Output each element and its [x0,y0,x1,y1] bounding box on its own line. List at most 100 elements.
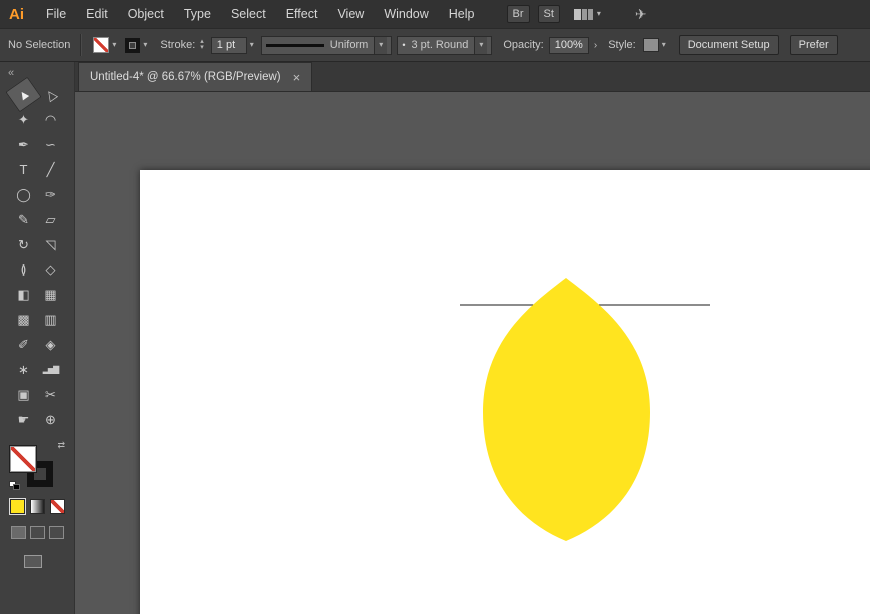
gradient-button[interactable] [29,499,45,514]
document-tabbar: Untitled-4* @ 66.67% (RGB/Preview) × [75,62,870,92]
brush-definition-dropdown[interactable]: • 3 pt. Round ▾ [397,35,493,55]
document-tab-title: Untitled-4* @ 66.67% (RGB/Preview) [90,71,281,83]
perspective-grid-tool[interactable]: ▦ [37,282,64,307]
menu-object[interactable]: Object [118,7,174,21]
stock-button[interactable]: St [537,5,560,23]
stroke-weight-stepper[interactable]: ▴ ▾ [200,38,204,51]
width-tool[interactable]: ≬ [10,257,37,282]
shape-builder-tool[interactable]: ◧ [10,282,37,307]
change-screen-mode-icon[interactable] [24,555,42,568]
mesh-tool[interactable]: ▩ [10,307,37,332]
style-label[interactable]: Style: [608,39,636,51]
draw-inside-mode-icon[interactable] [48,526,64,539]
free-transform-tool[interactable]: ◇ [37,257,64,282]
document-setup-button[interactable]: Document Setup [678,35,779,55]
draw-behind-mode-icon[interactable] [29,526,45,539]
eyedropper-tool[interactable]: ✐ [10,332,37,357]
opacity-label[interactable]: Opacity: [503,39,543,51]
main-area: « ▲ △ ✦ ◠ ✒ ∽ T ╱ ◯ ✑ ✎ ▱ ↻ ◹ ≬ ◇ ◧ ▦ ▩ … [0,62,870,614]
fill-none-swatch-icon [93,37,110,53]
rotate-tool[interactable]: ↻ [10,232,37,257]
stroke-color-dropdown[interactable]: ▾ [123,37,149,54]
artboard[interactable] [140,170,870,614]
pen-tool[interactable]: ✒ [10,132,37,157]
menu-type[interactable]: Type [174,7,221,21]
artboard-tool[interactable]: ▣ [10,382,37,407]
menu-select[interactable]: Select [221,7,276,21]
document-area: Untitled-4* @ 66.67% (RGB/Preview) × [75,62,870,614]
bridge-button[interactable]: Br [506,5,530,23]
eraser-tool[interactable]: ▱ [37,207,64,232]
workspace-layout-icon [573,8,593,20]
fill-color-dropdown[interactable]: ▾ [91,36,118,54]
opacity-options-chevron-icon[interactable]: › [594,40,597,51]
curvature-tool[interactable]: ∽ [37,132,64,157]
draw-normal-mode-icon[interactable] [10,526,26,539]
magic-wand-tool[interactable]: ✦ [10,107,37,132]
swap-fill-stroke-icon[interactable]: ⇄ [57,440,65,451]
pencil-tool[interactable]: ✎ [10,207,37,232]
type-tool[interactable]: T [10,157,37,182]
style-swatch-icon [642,38,659,52]
fill-swatch[interactable] [10,446,36,472]
menu-file[interactable]: File [36,7,76,21]
slice-tool[interactable]: ✂ [37,382,64,407]
column-graph-tool[interactable]: ▂▅▇ [37,357,64,382]
menu-effect[interactable]: Effect [276,7,328,21]
profile-dropdown-button[interactable]: ▾ [374,36,388,54]
style-dropdown[interactable]: ▾ [641,37,668,53]
tools-panel: « ▲ △ ✦ ◠ ✒ ∽ T ╱ ◯ ✑ ✎ ▱ ↻ ◹ ≬ ◇ ◧ ▦ ▩ … [0,62,75,614]
yellow-leaf-shape[interactable] [483,278,650,541]
stroke-profile-icon [265,43,324,47]
chevron-down-icon: ▾ [596,9,601,18]
line-segment-tool[interactable]: ╱ [37,157,64,182]
scale-tool[interactable]: ◹ [37,232,64,257]
chevron-down-icon: ▾ [143,40,148,49]
none-button[interactable] [49,499,65,514]
paintbrush-tool[interactable]: ✑ [37,182,64,207]
stroke-swatch-icon [125,37,141,53]
tool-grid: ▲ △ ✦ ◠ ✒ ∽ T ╱ ◯ ✑ ✎ ▱ ↻ ◹ ≬ ◇ ◧ ▦ ▩ ▥ … [5,76,64,432]
stepper-down-icon[interactable]: ▾ [200,44,204,51]
chevron-down-icon: ▾ [479,40,484,49]
color-mode-row [8,498,65,515]
symbol-sprayer-tool[interactable]: ∗ [10,357,37,382]
drawing-modes-row [10,526,64,539]
gpu-performance-icon[interactable]: ✈ [635,6,647,23]
workspace-switcher[interactable]: ▾ [573,8,601,20]
hand-tool[interactable]: ☛ [10,407,37,432]
stroke-weight-dropdown[interactable]: 1 pt ▾ [209,36,256,55]
toolbar-collapse-button[interactable]: « [0,64,22,80]
menubar: Ai File Edit Object Type Select Effect V… [0,0,870,28]
brush-dropdown-button[interactable]: ▾ [474,36,488,54]
chevron-down-icon: ▾ [249,40,254,49]
lasso-tool[interactable]: ◠ [37,107,64,132]
variable-width-profile-dropdown[interactable]: Uniform ▾ [260,35,393,55]
preferences-button[interactable]: Prefer [789,35,838,55]
opacity-field[interactable]: 100% [548,36,589,54]
close-icon[interactable]: × [293,71,301,84]
stroke-label[interactable]: Stroke: [160,39,195,51]
default-fill-stroke-icon[interactable] [9,481,20,490]
menu-view[interactable]: View [327,7,374,21]
menu-window[interactable]: Window [374,7,438,21]
menu-help[interactable]: Help [439,7,485,21]
stroke-weight-field[interactable]: 1 pt [210,36,247,54]
app-logo: Ai [9,5,24,23]
profile-value: Uniform [329,39,369,51]
ellipse-tool[interactable]: ◯ [10,182,37,207]
document-tab[interactable]: Untitled-4* @ 66.67% (RGB/Preview) × [78,62,313,91]
control-panel: No Selection ▾ ▾ Stroke: ▴ ▾ 1 pt ▾ Unif… [0,28,870,62]
color-button[interactable] [8,498,26,515]
chevron-down-icon: ▾ [112,40,117,49]
selection-status: No Selection [8,39,71,51]
menu-edit[interactable]: Edit [76,7,118,21]
artwork [460,278,710,541]
zoom-tool[interactable]: ⊕ [37,407,64,432]
chevron-down-icon: ▾ [661,40,666,49]
chevron-down-icon: ▾ [379,40,384,49]
brush-stroke-icon: • [402,40,406,50]
blend-tool[interactable]: ◈ [37,332,64,357]
canvas[interactable] [75,92,870,614]
gradient-tool[interactable]: ▥ [37,307,64,332]
